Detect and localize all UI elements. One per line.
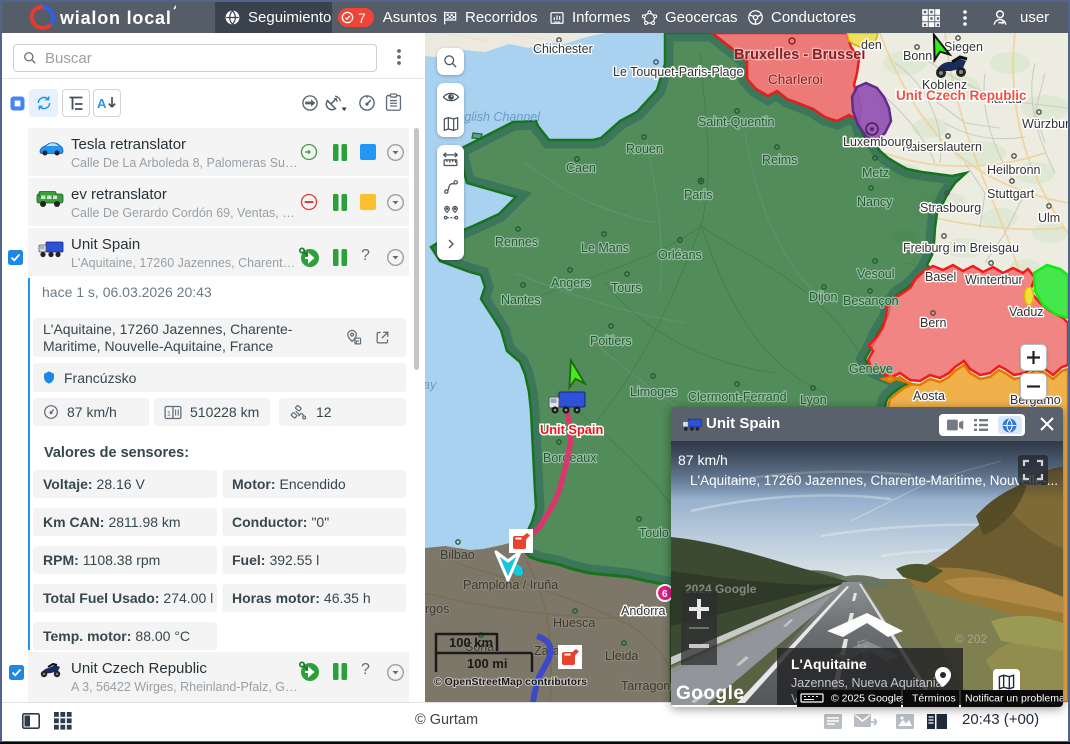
svg-text:Le Touquet-Paris-Plage: Le Touquet-Paris-Plage — [613, 65, 743, 79]
svg-text:87 km/h: 87 km/h — [678, 452, 728, 468]
svg-text:Lyon: Lyon — [800, 393, 827, 407]
svg-text:Siegen: Siegen — [944, 40, 983, 54]
svg-text:Rennes: Rennes — [495, 235, 538, 249]
svg-text:Winterthur: Winterthur — [965, 273, 1023, 287]
svg-text:Unit Czech Republic: Unit Czech Republic — [896, 88, 1027, 103]
svg-text:Pamplona / Iruña: Pamplona / Iruña — [463, 578, 558, 592]
svg-text:Reims: Reims — [762, 153, 797, 167]
svg-text:A: A — [97, 96, 107, 111]
svg-text:Angers: Angers — [551, 276, 591, 290]
svg-text:Luxembourg: Luxembourg — [843, 135, 913, 149]
svg-text:Jazennes, Nueva Aquitania: Jazennes, Nueva Aquitania — [791, 676, 943, 690]
svg-text:Freiburg im Breisgau: Freiburg im Breisgau — [903, 241, 1019, 255]
svg-text:L'Aquitaine, 17260 Jazennes, C: L'Aquitaine, 17260 Jazennes, Charente-Ma… — [690, 473, 1058, 488]
svg-text:Nantes: Nantes — [501, 293, 541, 307]
svg-text:rgos: rgos — [425, 602, 449, 616]
svg-text:Metz: Metz — [862, 166, 889, 180]
svg-text:Tarragon: Tarragon — [621, 679, 670, 693]
svg-text:Kaiserslautern: Kaiserslautern — [902, 140, 982, 154]
svg-text:© OpenStreetMap contributors: © OpenStreetMap contributors — [434, 676, 587, 688]
svg-text:Orléans: Orléans — [658, 248, 702, 262]
svg-text:den: den — [861, 38, 882, 52]
svg-text:Heilbronn: Heilbronn — [987, 163, 1041, 177]
svg-text:Basel: Basel — [925, 270, 956, 284]
svg-text:Nancy: Nancy — [857, 195, 893, 209]
svg-text:Clermont-Ferrand: Clermont-Ferrand — [688, 390, 787, 404]
svg-text:Paris: Paris — [684, 188, 712, 202]
svg-text:Dijon: Dijon — [809, 290, 838, 304]
svg-text:Términos: Términos — [912, 693, 956, 705]
svg-text:Google: Google — [676, 683, 744, 704]
svg-text:100 mi: 100 mi — [467, 656, 507, 671]
svg-text:Bonn: Bonn — [903, 49, 932, 63]
svg-text:Würzburg: Würzburg — [1022, 117, 1068, 131]
svg-text:Genève: Genève — [849, 362, 893, 376]
svg-text:6: 6 — [662, 589, 668, 600]
svg-text:Ulm: Ulm — [1038, 211, 1060, 225]
svg-text:Limoges: Limoges — [630, 385, 677, 399]
svg-text:Stuttgart: Stuttgart — [987, 187, 1035, 201]
svg-text:Besançon: Besançon — [843, 294, 899, 308]
svg-text:Bilbao: Bilbao — [440, 548, 475, 562]
svg-text:Tours: Tours — [611, 281, 642, 295]
svg-text:Rouen: Rouen — [626, 142, 663, 156]
svg-text:Strasbourg: Strasbourg — [920, 201, 981, 215]
svg-text:Toulo: Toulo — [639, 526, 669, 540]
svg-text:Bruxelles - Brussel: Bruxelles - Brussel — [734, 47, 865, 63]
svg-text:Vaduz: Vaduz — [1009, 305, 1044, 319]
svg-text:wialon local: wialon local — [59, 8, 172, 28]
svg-text:Aosta: Aosta — [913, 389, 945, 403]
svg-text:Lleida: Lleida — [605, 649, 638, 663]
svg-text:Andorra: Andorra — [621, 604, 666, 618]
svg-text:L'Aquitaine: L'Aquitaine — [791, 656, 867, 672]
svg-text:Huesca: Huesca — [553, 616, 595, 630]
svg-text:Bern: Bern — [920, 316, 946, 330]
svg-text:ay: ay — [425, 378, 437, 392]
svg-text:Charleroi: Charleroi — [768, 72, 823, 87]
svg-text:Notificar un problema: Notificar un problema — [965, 693, 1063, 705]
svg-text:© 202: © 202 — [955, 632, 988, 646]
svg-text:Le Mans: Le Mans — [581, 241, 629, 255]
svg-text:Vesoul: Vesoul — [857, 267, 895, 281]
svg-text:Poitiers: Poitiers — [590, 334, 632, 348]
svg-text:Saint-Quentin: Saint-Quentin — [698, 115, 774, 129]
svg-text:1: 1 — [167, 410, 171, 417]
svg-text:Chichester: Chichester — [533, 42, 593, 56]
svg-text:© 2025 Google: © 2025 Google — [831, 693, 902, 705]
svg-text:Caen: Caen — [566, 161, 596, 175]
svg-text:100 km: 100 km — [449, 635, 493, 650]
svg-text:Unit Spain: Unit Spain — [540, 422, 603, 437]
